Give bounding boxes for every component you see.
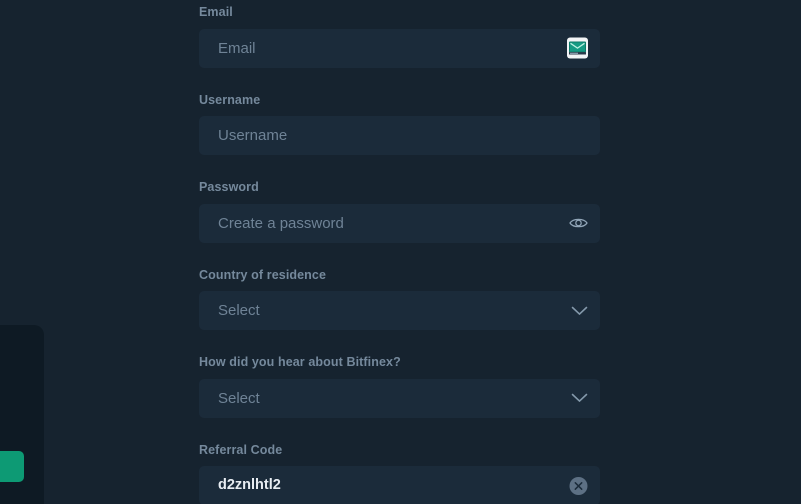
clear-circle-icon — [569, 476, 588, 495]
referral-source-select-value: Select — [218, 390, 260, 406]
referral-source-select[interactable]: Select — [199, 378, 600, 418]
toggle-password-visibility-button[interactable] — [569, 217, 588, 230]
eye-icon — [569, 218, 588, 228]
envelope-check-glyph — [569, 41, 586, 55]
referral-source-select-chevron[interactable] — [571, 393, 588, 404]
left-side-panel: || — [0, 325, 44, 504]
email-badge-icon — [567, 37, 588, 59]
label-country: Country of residence — [199, 267, 327, 282]
field-password: Password Create a password — [199, 175, 600, 243]
country-select[interactable]: Select — [199, 291, 600, 330]
left-panel-action-button[interactable]: || — [0, 451, 24, 482]
username-input[interactable]: Username — [199, 116, 600, 155]
password-input-placeholder: Create a password — [218, 215, 344, 231]
chevron-down-icon — [571, 393, 588, 402]
registration-form: Email Email Username Username Password C… — [199, 0, 600, 504]
field-username: Username Username — [199, 88, 600, 155]
label-referral-code: Referral Code — [199, 442, 283, 457]
country-select-chevron[interactable] — [571, 305, 588, 316]
clear-referral-code-button[interactable] — [569, 476, 588, 495]
field-referral-code: Referral Code d2znlhtl2 — [199, 438, 600, 504]
email-input[interactable]: Email — [199, 28, 600, 68]
email-input-placeholder: Email — [218, 40, 256, 56]
label-referral-source: How did you hear about Bitfinex? — [199, 355, 401, 369]
referral-code-input-value: d2znlhtl2 — [218, 478, 281, 493]
referral-code-input[interactable]: d2znlhtl2 — [199, 466, 600, 504]
field-country: Country of residence Select — [199, 263, 600, 330]
username-input-placeholder: Username — [218, 128, 288, 143]
label-email: Email — [199, 5, 233, 19]
field-email: Email Email — [199, 0, 600, 68]
chevron-down-icon — [571, 306, 588, 315]
country-select-value: Select — [218, 303, 260, 318]
email-autofill-icon[interactable] — [567, 37, 588, 59]
password-input[interactable]: Create a password — [199, 203, 600, 243]
label-password: Password — [199, 180, 259, 194]
label-username: Username — [199, 92, 261, 107]
field-referral-source: How did you hear about Bitfinex? Select — [199, 350, 600, 418]
